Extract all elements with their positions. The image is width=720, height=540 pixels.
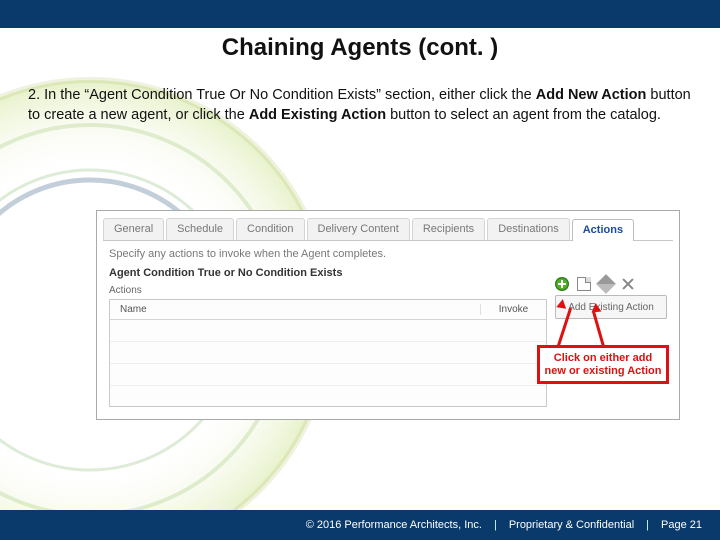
grid-row [110,342,546,364]
callout-box: Click on either add new or existing Acti… [537,345,669,384]
tab-general[interactable]: General [103,218,164,240]
tab-condition[interactable]: Condition [236,218,304,240]
slide-title: Chaining Agents (cont. ) [0,34,720,62]
footer-separator: | [488,519,503,531]
actions-label: Actions [109,285,142,296]
col-name: Name [110,304,480,315]
document-icon[interactable] [577,277,591,291]
text-add-existing-action: Add Existing Action [249,107,386,123]
footer-confidential: Proprietary & Confidential [503,519,640,531]
tab-schedule[interactable]: Schedule [166,218,234,240]
add-new-action-icon[interactable] [555,277,569,291]
callout-arrowhead [591,303,602,313]
col-invoke: Invoke [480,304,546,315]
actions-toolbar [555,277,635,291]
callout-arrowhead [556,298,567,309]
add-existing-action-button[interactable]: Add Existing Action [555,295,667,319]
actions-panel-screenshot: General Schedule Condition Delivery Cont… [96,210,680,420]
tab-destinations[interactable]: Destinations [487,218,570,240]
tab-actions[interactable]: Actions [572,219,634,241]
tab-delivery-content[interactable]: Delivery Content [307,218,410,240]
text-add-new-action: Add New Action [536,87,647,103]
edit-icon[interactable] [596,274,616,294]
tab-recipients[interactable]: Recipients [412,218,485,240]
footer-page: Page 21 [655,519,708,531]
body-text-prefix: 2. In the “Agent Condition True Or No Co… [28,87,536,103]
delete-icon[interactable] [621,277,635,291]
grid-row [110,364,546,386]
body-text: 2. In the “Agent Condition True Or No Co… [28,86,692,125]
grid-header: Name Invoke [110,300,546,320]
tab-strip: General Schedule Condition Delivery Cont… [103,215,673,241]
panel-hint-text: Specify any actions to invoke when the A… [109,248,386,260]
footer-copyright: © 2016 Performance Architects, Inc. [300,519,488,531]
body-text-suffix: button to select an agent from the catal… [390,107,661,123]
section-title: Agent Condition True or No Condition Exi… [109,267,342,279]
actions-grid: Name Invoke [109,299,547,407]
footer-bar: © 2016 Performance Architects, Inc. | Pr… [0,510,720,540]
top-bar [0,0,720,28]
grid-row [110,320,546,342]
footer-separator: | [640,519,655,531]
